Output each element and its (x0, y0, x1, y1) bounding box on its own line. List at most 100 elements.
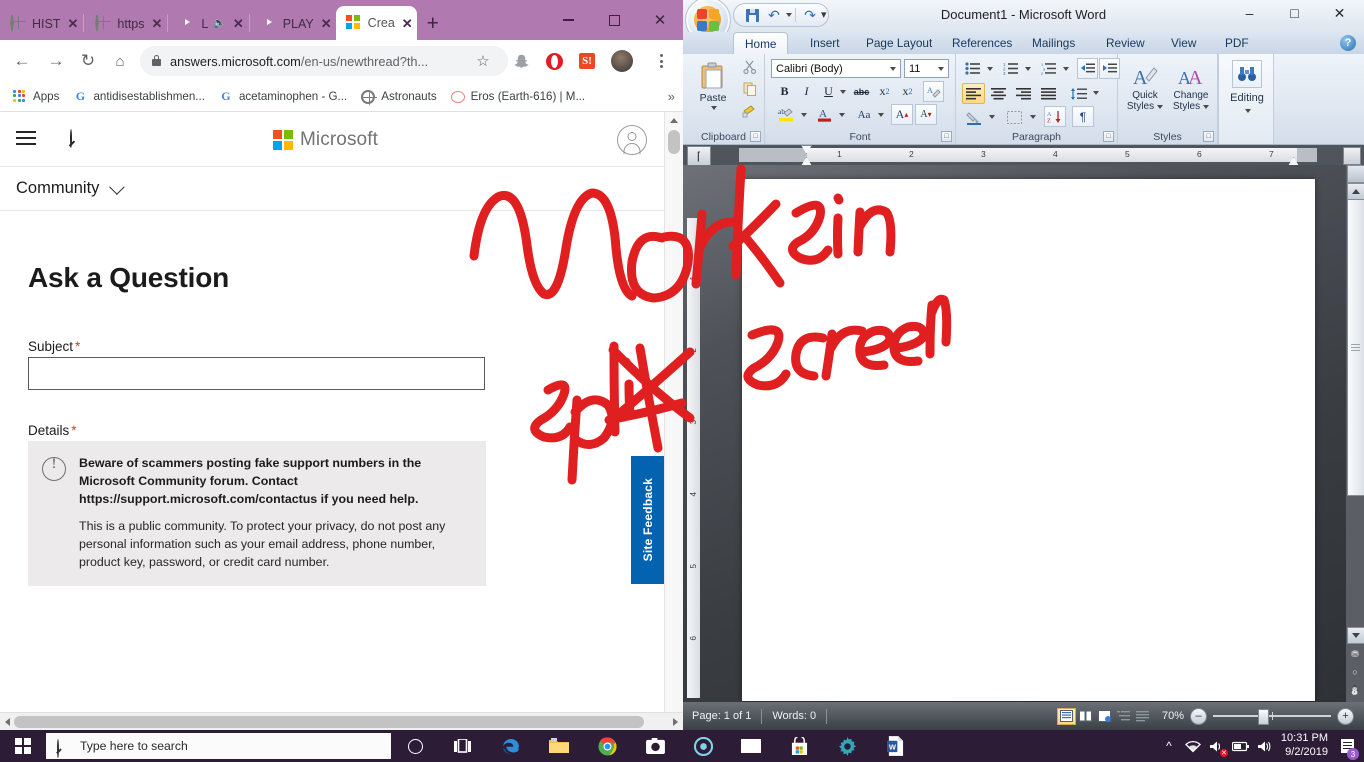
full-screen-reading-icon[interactable] (1076, 708, 1095, 725)
site-feedback-tab[interactable]: Site Feedback (631, 456, 665, 584)
text-highlight-icon[interactable]: ab (775, 105, 797, 124)
tab-references[interactable]: References (941, 32, 1023, 54)
browser-tab-4[interactable]: PLAY ✕ (251, 7, 336, 40)
shading-icon[interactable] (962, 107, 985, 128)
sort-icon[interactable]: AZ (1044, 106, 1066, 127)
show-marks-icon[interactable]: ¶ (1072, 106, 1094, 127)
font-name-combobox[interactable]: Calibri (Body) (771, 59, 901, 78)
subscript-icon[interactable]: x2 (875, 82, 894, 101)
font-color-dropdown-icon[interactable] (836, 105, 847, 124)
bookmark-antidisestablishmen[interactable]: G antidisestablishmen... (72, 89, 205, 105)
scroll-up-arrow-icon[interactable] (670, 118, 678, 123)
new-tab-button[interactable]: + (427, 13, 439, 34)
help-icon[interactable]: ? (1340, 35, 1356, 51)
show-hidden-icons-chevron[interactable]: ^ (1157, 730, 1181, 762)
justify-icon[interactable] (1037, 83, 1060, 104)
zoom-out-button[interactable]: – (1190, 707, 1207, 725)
scroll-right-arrow-icon[interactable] (673, 718, 678, 726)
word-maximize-button[interactable]: □ (1272, 0, 1317, 26)
tab-pdf[interactable]: PDF (1214, 32, 1260, 54)
align-right-icon[interactable] (1012, 83, 1035, 104)
wifi-icon[interactable] (1181, 730, 1205, 762)
community-nav[interactable]: Community (0, 167, 665, 211)
bullets-icon[interactable] (962, 59, 984, 78)
line-spacing-dropdown-icon[interactable] (1090, 83, 1101, 102)
underline-dropdown-icon[interactable] (837, 82, 848, 101)
hscrollbar-thumb[interactable] (14, 716, 644, 728)
start-button[interactable] (0, 730, 46, 762)
bold-icon[interactable]: B (775, 82, 794, 101)
word-close-button[interactable]: ✕ (1317, 0, 1362, 26)
search-icon[interactable] (68, 129, 88, 148)
clipboard-dialog-launcher[interactable]: □ (750, 131, 761, 142)
mute-icon[interactable]: 🔈 (213, 18, 225, 29)
chrome-icon[interactable] (583, 730, 631, 762)
browser-tab-2[interactable]: https ✕ (85, 7, 166, 40)
previous-page-icon[interactable]: ⛃ (1347, 646, 1363, 662)
italic-icon[interactable]: I (797, 82, 816, 101)
mail-icon[interactable] (727, 730, 775, 762)
stumbleupon-icon[interactable]: S! (574, 48, 600, 74)
multilevel-dropdown-icon[interactable] (1060, 59, 1071, 78)
camera-icon[interactable] (631, 730, 679, 762)
microsoft-logo[interactable]: Microsoft (273, 129, 378, 151)
page-indicator[interactable]: Page: 1 of 1 (692, 710, 751, 722)
notification-center-button[interactable]: 3 (1336, 730, 1359, 762)
font-dialog-launcher[interactable]: □ (941, 131, 952, 142)
numbering-dropdown-icon[interactable] (1022, 59, 1033, 78)
scrollbar-thumb[interactable] (668, 130, 680, 154)
tab-mailings[interactable]: Mailings (1021, 32, 1086, 54)
home-button[interactable]: ⌂ (108, 49, 132, 73)
bookmark-astronauts[interactable]: Astronauts (360, 89, 437, 105)
account-avatar[interactable] (617, 125, 647, 155)
scroll-down-arrow-icon[interactable] (1347, 627, 1364, 644)
clear-formatting-icon[interactable]: A (923, 81, 944, 102)
close-icon[interactable]: ✕ (321, 17, 332, 30)
reload-button[interactable]: ↻ (76, 49, 100, 73)
highlight-dropdown-icon[interactable] (798, 105, 809, 124)
tab-insert[interactable]: Insert (799, 32, 851, 54)
styles-dialog-launcher[interactable]: □ (1203, 131, 1214, 142)
word-icon[interactable]: W (871, 730, 919, 762)
strikethrough-icon[interactable]: abc (852, 82, 871, 101)
word-page[interactable] (742, 179, 1315, 701)
bookmark-eros[interactable]: Eros (Earth-616) | M... (450, 89, 585, 105)
format-painter-icon[interactable] (740, 102, 759, 119)
close-icon[interactable]: ✕ (402, 17, 413, 30)
font-color-icon[interactable]: A (813, 105, 835, 124)
copy-icon[interactable] (740, 80, 759, 97)
print-layout-icon[interactable] (1056, 707, 1076, 725)
browser-tab-1[interactable]: HIST ✕ (0, 7, 82, 40)
superscript-icon[interactable]: x2 (898, 82, 917, 101)
word-scrollbar-thumb[interactable] (1347, 199, 1364, 496)
word-vertical-ruler[interactable]: 1 2 3 4 5 6 (687, 218, 700, 698)
line-spacing-icon[interactable] (1068, 83, 1090, 104)
shrink-font-icon[interactable]: A ▾ (915, 104, 937, 125)
word-document-canvas[interactable]: ⛃ ○ ⛄ (683, 165, 1364, 702)
back-button[interactable]: ← (10, 49, 34, 73)
change-case-dropdown-icon[interactable] (875, 105, 886, 124)
word-minimize-button[interactable]: – (1227, 0, 1272, 26)
editing-label[interactable]: Editing (1219, 91, 1275, 105)
snapchat-ghost-icon[interactable] (508, 48, 534, 74)
address-bar[interactable]: answers.microsoft.com/en-us/newthread?th… (140, 46, 508, 76)
forward-button[interactable]: → (44, 49, 68, 73)
file-explorer-icon[interactable] (535, 730, 583, 762)
change-case-icon[interactable]: Aa (853, 105, 875, 124)
subject-input[interactable] (28, 357, 485, 390)
taskbar-search-box[interactable]: Type here to search (46, 733, 391, 759)
center-icon[interactable] (987, 83, 1010, 104)
font-size-combobox[interactable]: 11 (904, 59, 949, 78)
view-ruler-toggle-icon[interactable] (1343, 147, 1361, 165)
browser-tab-3[interactable]: L 🔈 ✕ (169, 7, 247, 40)
edge-icon[interactable] (487, 730, 535, 762)
microsoft-store-icon[interactable] (775, 730, 823, 762)
zoom-slider[interactable] (1213, 709, 1331, 725)
tab-view[interactable]: View (1160, 32, 1207, 54)
word-horizontal-ruler[interactable]: ⌈ 1 2 3 4 5 6 7 (683, 145, 1364, 166)
bookmark-apps[interactable]: Apps (12, 89, 59, 105)
quick-styles-button[interactable]: A Quick Styles (1122, 58, 1168, 118)
scroll-up-arrow-icon[interactable] (1347, 183, 1364, 200)
editing-dropdown-icon[interactable] (1219, 106, 1275, 116)
tab-page-layout[interactable]: Page Layout (855, 32, 943, 54)
